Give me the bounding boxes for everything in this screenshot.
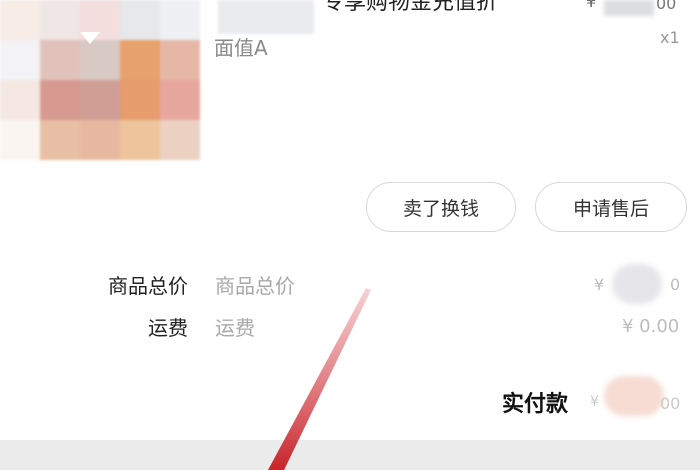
annotation-arrow-icon bbox=[268, 288, 371, 470]
